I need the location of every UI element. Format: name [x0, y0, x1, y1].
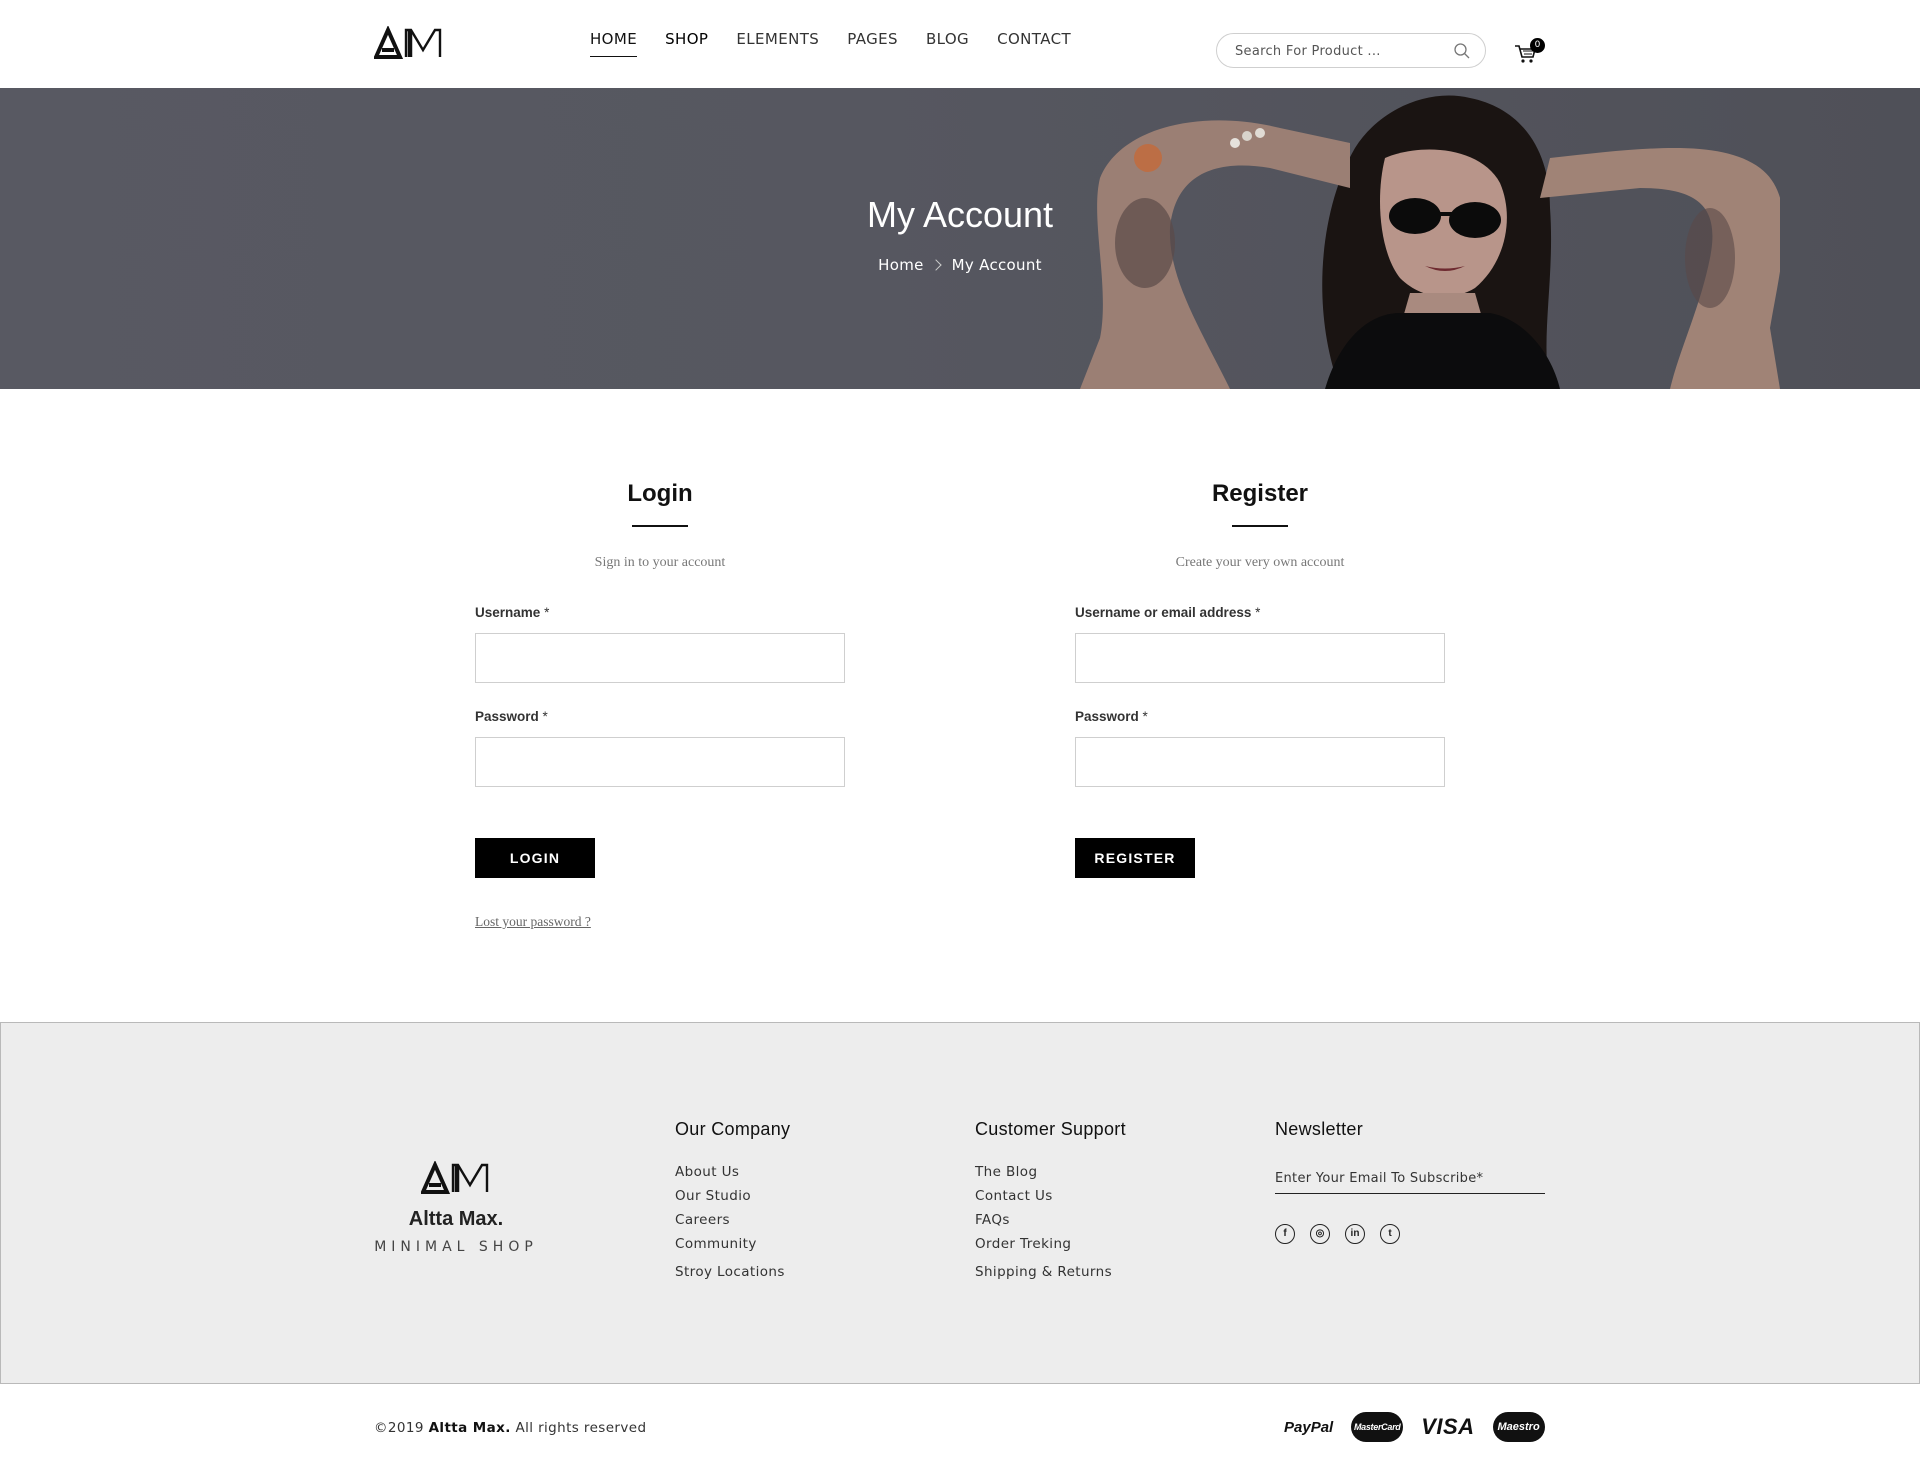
brand-logo[interactable]: [374, 26, 446, 60]
copyright-brand: Altta Max.: [428, 1420, 511, 1436]
required-mark: *: [1142, 709, 1148, 724]
footer-link-our-studio[interactable]: Our Studio: [675, 1188, 790, 1204]
footer-support-title: Customer Support: [975, 1119, 1126, 1139]
newsletter-email-input[interactable]: [1275, 1164, 1545, 1194]
footer-brand-logo[interactable]: [421, 1161, 493, 1195]
footer-tagline: MINIMAL SHOP: [374, 1239, 538, 1255]
register-password-label-text: Password: [1075, 709, 1139, 724]
hero-model-image: [1080, 95, 1780, 389]
footer-newsletter-column: Newsletter f ◎ in t: [1275, 1119, 1545, 1244]
login-title-underline: [632, 525, 688, 527]
footer-link-careers[interactable]: Careers: [675, 1212, 790, 1228]
register-username-label-text: Username or email address: [1075, 605, 1252, 620]
nav-home[interactable]: HOME: [590, 30, 638, 57]
footer-link-contact-us[interactable]: Contact Us: [975, 1188, 1126, 1204]
footer-company-column: Our Company About Us Our Studio Careers …: [675, 1119, 790, 1288]
main-nav: HOME SHOP ELEMENTS PAGES BLOG CONTACT: [590, 30, 1099, 57]
register-password-label: Password *: [1075, 709, 1445, 724]
visa-logo-icon: VISA: [1421, 1414, 1475, 1439]
footer-link-faqs[interactable]: FAQs: [975, 1212, 1126, 1228]
page-hero: My Account Home My Account: [0, 88, 1920, 389]
linkedin-icon[interactable]: in: [1345, 1224, 1365, 1244]
login-username-label-text: Username: [475, 605, 541, 620]
login-form: Login Sign in to your account Username *…: [475, 480, 845, 930]
facebook-icon[interactable]: f: [1275, 1224, 1295, 1244]
chevron-right-icon: [930, 259, 942, 271]
required-mark: *: [1255, 605, 1261, 620]
register-form: Register Create your very own account Us…: [1075, 480, 1445, 878]
footer-support-column: Customer Support The Blog Contact Us FAQ…: [975, 1119, 1126, 1288]
breadcrumb-current: My Account: [951, 256, 1042, 274]
footer-link-community[interactable]: Community: [675, 1236, 790, 1252]
instagram-icon[interactable]: ◎: [1310, 1224, 1330, 1244]
login-password-input[interactable]: [475, 737, 845, 787]
register-title: Register: [1211, 480, 1309, 507]
paypal-logo-icon: PayPal: [1284, 1418, 1334, 1436]
mastercard-logo-icon: MasterCard: [1351, 1412, 1404, 1442]
register-password-input[interactable]: [1075, 737, 1445, 787]
site-header: HOME SHOP ELEMENTS PAGES BLOG CONTACT 0: [0, 0, 1920, 88]
footer-link-about-us[interactable]: About Us: [675, 1164, 790, 1180]
breadcrumb-home-link[interactable]: Home: [878, 256, 924, 274]
required-mark: *: [544, 605, 550, 620]
twitter-icon[interactable]: t: [1380, 1224, 1400, 1244]
copyright-year: ©2019: [374, 1420, 424, 1436]
payment-methods: PayPal MasterCard VISA Maestro: [1284, 1412, 1545, 1442]
lost-password-link[interactable]: Lost your password ?: [475, 914, 845, 930]
nav-shop[interactable]: SHOP: [665, 30, 708, 57]
breadcrumb: Home My Account: [0, 256, 1920, 274]
cart-count-badge: 0: [1530, 38, 1545, 53]
footer-link-order-tracking[interactable]: Order Treking: [975, 1236, 1126, 1252]
copyright-text: All rights reserved: [515, 1420, 647, 1436]
search-input[interactable]: [1235, 42, 1435, 60]
required-mark: *: [542, 709, 548, 724]
copyright: ©2019 Altta Max. All rights reserved: [374, 1420, 646, 1436]
footer-company-title: Our Company: [675, 1119, 791, 1139]
search-box: [1216, 33, 1486, 68]
nav-blog[interactable]: BLOG: [926, 30, 969, 57]
footer-link-store-locations[interactable]: Stroy Locations: [675, 1264, 790, 1280]
register-subtitle: Create your very own account: [1175, 555, 1345, 570]
login-password-label-text: Password: [475, 709, 539, 724]
page-title: My Account: [866, 194, 1054, 235]
login-username-label: Username *: [475, 605, 845, 620]
login-title: Login: [627, 480, 693, 507]
search-icon[interactable]: [1453, 42, 1471, 60]
footer-newsletter-title: Newsletter: [1275, 1119, 1364, 1139]
register-username-label: Username or email address *: [1075, 605, 1445, 620]
social-links: f ◎ in t: [1275, 1224, 1545, 1244]
login-subtitle: Sign in to your account: [594, 555, 726, 570]
nav-contact[interactable]: CONTACT: [997, 30, 1071, 57]
register-username-input[interactable]: [1075, 633, 1445, 683]
login-password-label: Password *: [475, 709, 845, 724]
maestro-logo-icon: Maestro: [1492, 1412, 1545, 1442]
register-button[interactable]: REGISTER: [1075, 838, 1195, 878]
login-button[interactable]: LOGIN: [475, 838, 595, 878]
footer-link-shipping-returns[interactable]: Shipping & Returns: [975, 1264, 1126, 1280]
register-title-underline: [1232, 525, 1288, 527]
nav-pages[interactable]: PAGES: [847, 30, 898, 57]
login-username-input[interactable]: [475, 633, 845, 683]
site-footer: Altta Max. MINIMAL SHOP Our Company Abou…: [0, 1022, 1920, 1384]
nav-elements[interactable]: ELEMENTS: [736, 30, 819, 57]
footer-brand-name: Altta Max.: [408, 1208, 504, 1230]
footer-link-blog[interactable]: The Blog: [975, 1164, 1126, 1180]
